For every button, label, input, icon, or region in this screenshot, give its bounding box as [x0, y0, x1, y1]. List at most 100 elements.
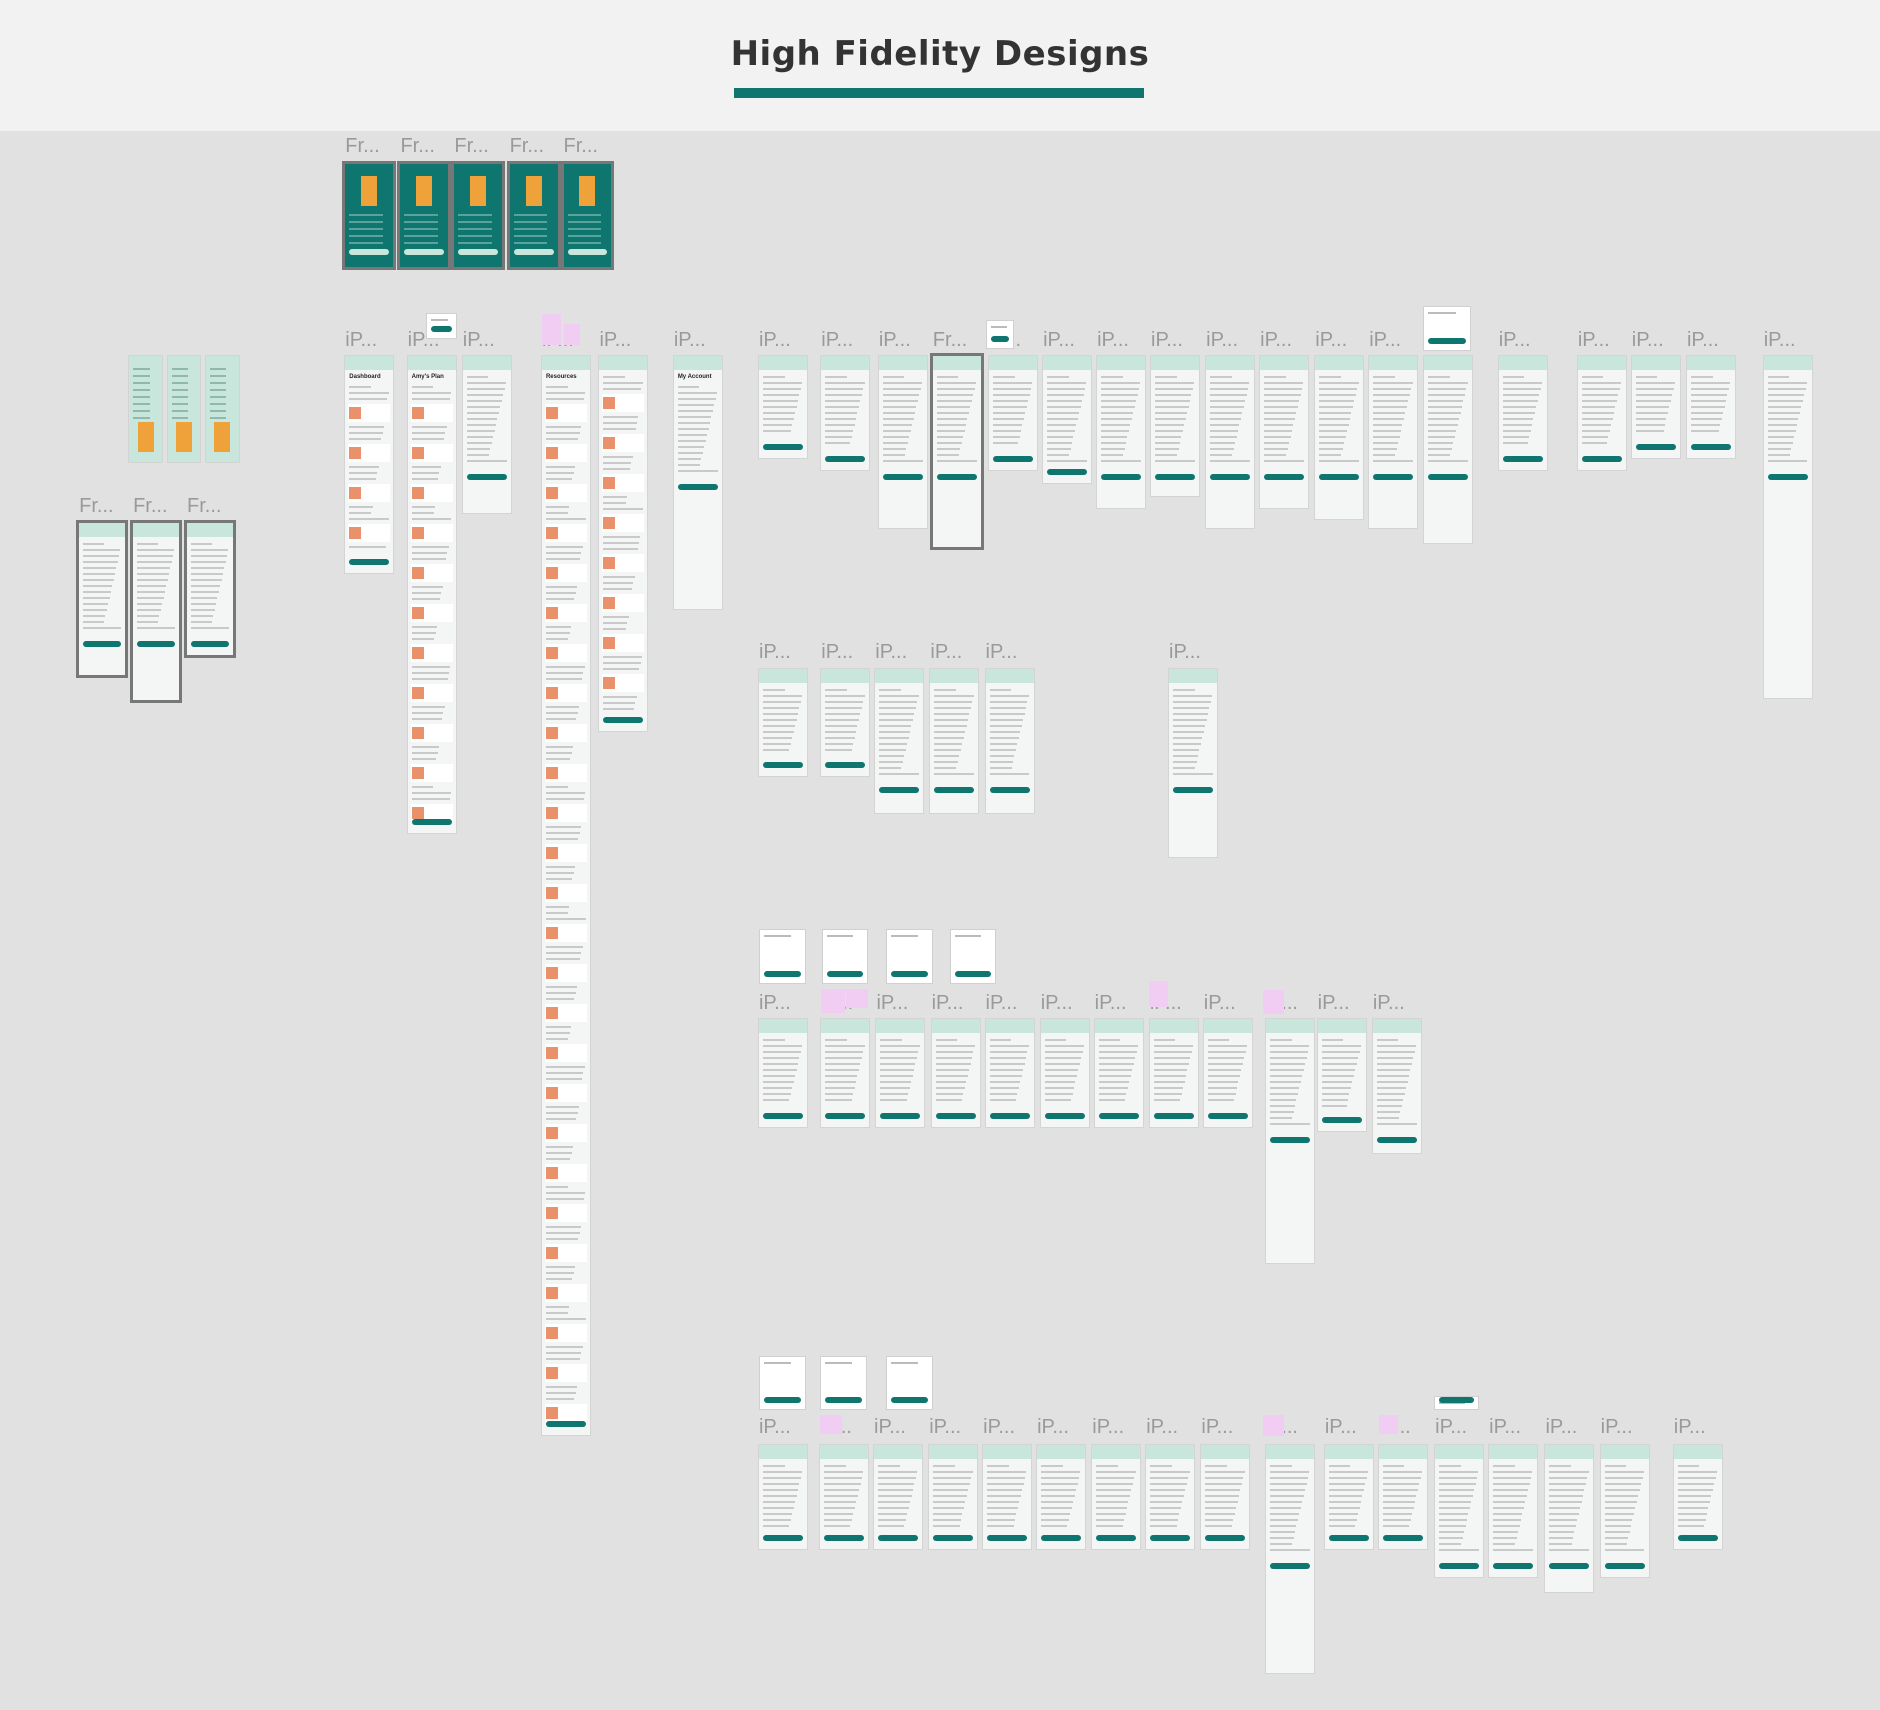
- screen-frame[interactable]: [129, 356, 162, 462]
- list-card[interactable]: [544, 604, 587, 623]
- primary-button[interactable]: [1264, 474, 1305, 481]
- list-card[interactable]: [544, 804, 587, 823]
- primary-button[interactable]: [1173, 787, 1213, 794]
- frame-label[interactable]: iP...: [1169, 641, 1201, 664]
- primary-button[interactable]: [993, 455, 1034, 462]
- frame-label[interactable]: iP...: [875, 641, 907, 664]
- dialog-button[interactable]: [990, 335, 1010, 342]
- frame-label[interactable]: iP...: [986, 641, 1018, 664]
- screen-frame[interactable]: [400, 164, 449, 268]
- screen-frame[interactable]: [875, 669, 924, 813]
- frame-label[interactable]: iP...: [821, 329, 853, 352]
- primary-button[interactable]: [1207, 1113, 1248, 1120]
- primary-button[interactable]: [567, 249, 608, 256]
- frame-label[interactable]: iP...: [1037, 1416, 1069, 1439]
- screen-frame[interactable]: Dashboard: [345, 356, 394, 574]
- screen-frame[interactable]: [985, 1019, 1034, 1128]
- screen-frame[interactable]: [1203, 1019, 1252, 1128]
- dialog-popup[interactable]: [986, 321, 1014, 348]
- screen-frame[interactable]: [758, 356, 807, 458]
- dialog-popup[interactable]: [822, 930, 867, 984]
- primary-button[interactable]: [1635, 444, 1676, 450]
- list-card[interactable]: [544, 1044, 587, 1063]
- primary-button[interactable]: [1502, 455, 1543, 462]
- list-card[interactable]: [544, 404, 587, 423]
- frame-label[interactable]: iP...: [1578, 329, 1610, 352]
- primary-button[interactable]: [1044, 1113, 1085, 1120]
- screen-frame[interactable]: [874, 1444, 922, 1550]
- frame-label[interactable]: iP...: [1325, 1416, 1357, 1439]
- list-card[interactable]: [544, 964, 587, 983]
- primary-button[interactable]: [934, 787, 975, 794]
- screen-frame[interactable]: [1673, 1444, 1722, 1550]
- dialog-popup[interactable]: [426, 314, 456, 339]
- primary-button[interactable]: [137, 640, 175, 647]
- sticky-note[interactable]: [821, 989, 846, 1014]
- screen-frame[interactable]: [930, 669, 979, 813]
- frame-label[interactable]: iP...: [1201, 1416, 1233, 1439]
- list-card[interactable]: [544, 1244, 587, 1263]
- frame-label[interactable]: Fr...: [345, 135, 379, 158]
- screen-frame[interactable]: My Account: [673, 356, 722, 610]
- primary-button[interactable]: [825, 1113, 866, 1120]
- list-card[interactable]: [544, 1004, 587, 1023]
- frame-label[interactable]: iP...: [345, 329, 377, 352]
- screen-frame[interactable]: [820, 1444, 869, 1550]
- primary-button[interactable]: [1604, 1562, 1645, 1569]
- screen-frame[interactable]: [1369, 356, 1418, 528]
- list-card[interactable]: [602, 554, 645, 573]
- screen-frame[interactable]: [345, 164, 394, 268]
- primary-button[interactable]: [404, 249, 445, 256]
- dialog-popup[interactable]: [760, 930, 805, 984]
- sticky-note[interactable]: [1262, 990, 1285, 1015]
- list-card[interactable]: [410, 764, 453, 783]
- primary-button[interactable]: [1098, 1113, 1139, 1120]
- primary-button[interactable]: [933, 1535, 974, 1542]
- screen-frame[interactable]: [931, 1019, 980, 1128]
- primary-button[interactable]: [880, 1113, 921, 1120]
- screen-frame[interactable]: [1151, 356, 1199, 497]
- list-card[interactable]: [410, 644, 453, 663]
- list-card[interactable]: [544, 684, 587, 703]
- dialog-popup[interactable]: [821, 1357, 866, 1409]
- primary-button[interactable]: [191, 640, 229, 647]
- dialog-button[interactable]: [764, 971, 801, 978]
- screen-frame[interactable]: [1324, 1444, 1373, 1550]
- sticky-note[interactable]: [541, 314, 562, 346]
- frame-label[interactable]: iP...: [983, 1416, 1015, 1439]
- primary-button[interactable]: [466, 474, 507, 481]
- primary-button[interactable]: [1493, 1562, 1534, 1569]
- primary-button[interactable]: [1270, 1562, 1311, 1569]
- primary-button[interactable]: [1210, 474, 1251, 481]
- primary-button[interactable]: [1150, 1535, 1191, 1542]
- screen-frame[interactable]: [1763, 356, 1812, 698]
- list-card[interactable]: [544, 844, 587, 863]
- frame-label[interactable]: iP...: [1687, 329, 1719, 352]
- screen-frame[interactable]: [1435, 1444, 1484, 1577]
- primary-button[interactable]: [1153, 1113, 1194, 1120]
- sticky-note[interactable]: [1378, 1414, 1398, 1434]
- frame-label[interactable]: iP...: [463, 329, 495, 352]
- primary-button[interactable]: [1205, 1535, 1246, 1542]
- screen-frame[interactable]: [1424, 356, 1473, 544]
- dialog-button[interactable]: [954, 971, 992, 978]
- primary-button[interactable]: [936, 474, 977, 481]
- primary-button[interactable]: [879, 787, 920, 794]
- sticky-note[interactable]: [1148, 980, 1168, 1008]
- screen-frame[interactable]: [454, 164, 503, 268]
- frame-label[interactable]: iP...: [1041, 992, 1073, 1015]
- primary-button[interactable]: [935, 1113, 976, 1120]
- screen-frame[interactable]: [1498, 356, 1547, 470]
- list-card[interactable]: [544, 1284, 587, 1303]
- frame-label[interactable]: iP...: [759, 1416, 791, 1439]
- list-card[interactable]: [410, 724, 453, 743]
- frame-label[interactable]: iP...: [1146, 1416, 1178, 1439]
- screen-frame[interactable]: [1266, 1019, 1315, 1263]
- primary-button[interactable]: [1096, 1535, 1137, 1542]
- frame-label[interactable]: iP...: [1151, 329, 1183, 352]
- primary-button[interactable]: [1677, 1535, 1718, 1542]
- list-card[interactable]: [544, 924, 587, 943]
- list-card[interactable]: [348, 444, 391, 463]
- screen-frame[interactable]: Amy's Plan: [407, 356, 456, 834]
- screen-frame[interactable]: [133, 522, 179, 701]
